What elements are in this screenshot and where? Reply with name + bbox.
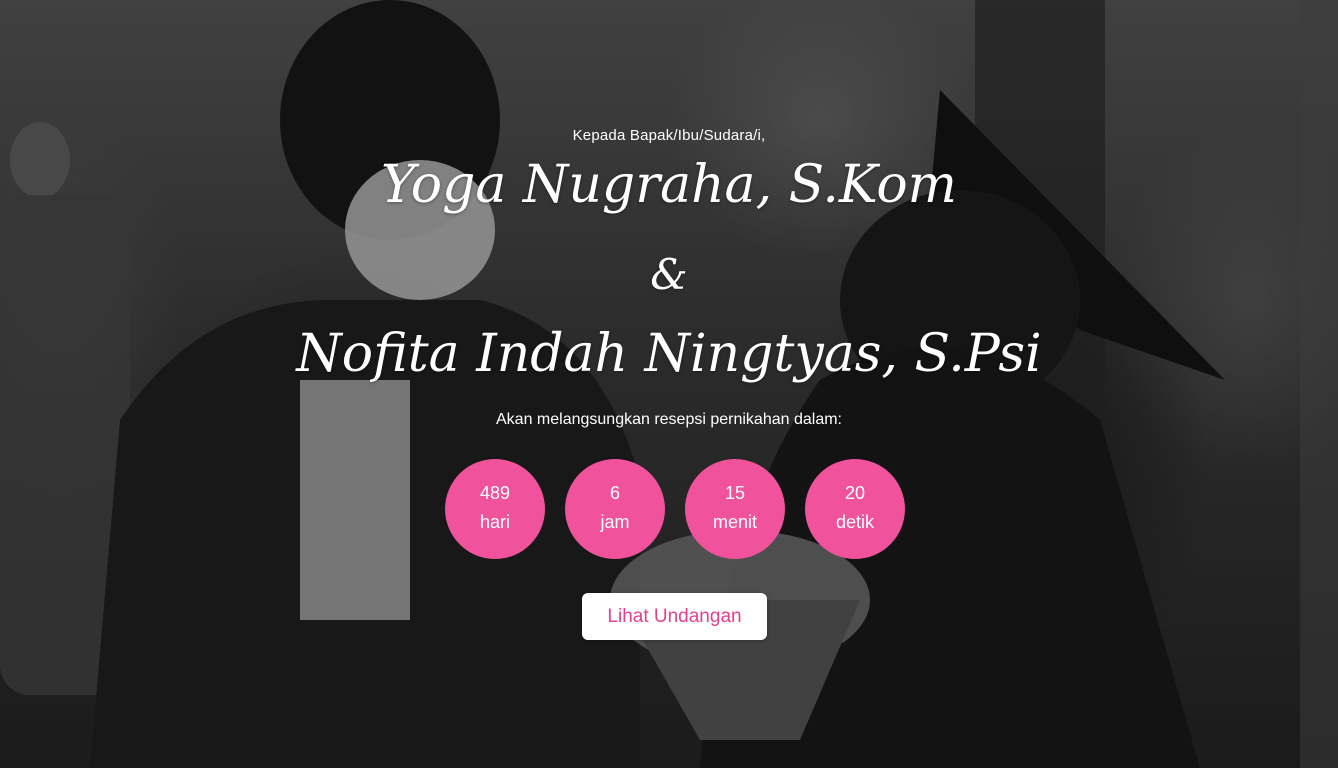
countdown-days-unit: hari — [479, 512, 510, 532]
countdown-hours-unit: jam — [600, 512, 630, 532]
open-invitation-button[interactable]: Lihat Undangan — [582, 593, 767, 640]
cover-section: Kepada Bapak/Ibu/Sudara/i, Yoga Nugraha,… — [0, 0, 1338, 768]
countdown-hours: 6 jam — [565, 459, 665, 559]
countdown-hours-value: 6 — [609, 483, 620, 503]
countdown-minutes: 15 menit — [685, 459, 785, 559]
countdown-minutes-value: 15 — [724, 483, 746, 503]
event-subtitle: Akan melangsungkan resepsi pernikahan da… — [496, 411, 842, 428]
countdown-minutes-unit: menit — [712, 512, 757, 532]
countdown-days-value: 489 — [479, 483, 511, 503]
groom-name: Yoga Nugraha, S.Kom — [381, 155, 957, 215]
ampersand: & — [650, 250, 688, 299]
countdown-seconds-unit: detik — [835, 512, 875, 532]
countdown-days: 489 hari — [445, 459, 545, 559]
countdown-seconds-value: 20 — [844, 483, 866, 503]
countdown-seconds: 20 detik — [805, 459, 905, 559]
countdown-timer: 489 hari 6 jam 15 menit 20 detik — [445, 459, 905, 559]
guest-greeting: Kepada Bapak/Ibu/Sudara/i, — [572, 127, 766, 144]
cover-content: Kepada Bapak/Ibu/Sudara/i, Yoga Nugraha,… — [0, 0, 1338, 768]
bride-name: Nofita Indah Ningtyas, S.Psi — [296, 324, 1042, 384]
